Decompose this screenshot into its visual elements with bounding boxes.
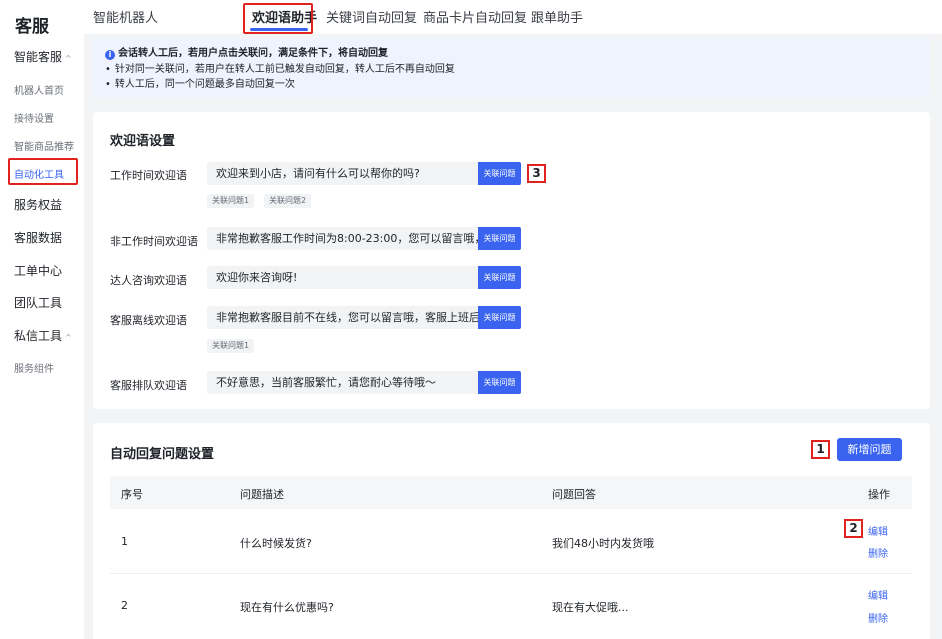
row-divider <box>110 573 912 574</box>
welcome-work-hours-input[interactable]: 欢迎来到小店，请问有什么可以帮你的吗? <box>207 162 479 185</box>
link-question-button[interactable]: 关联问题 <box>478 371 521 394</box>
auto-reply-card: 自动回复问题设置 1 新增问题 序号 问题描述 问题回答 操作 1 什么时候发货… <box>93 423 930 639</box>
sidebar-item-smart-service[interactable]: 智能客服 ^ <box>14 48 72 65</box>
sidebar-item-product-recommend[interactable]: 智能商品推荐 <box>14 138 74 153</box>
notice-text: 转人工后，同一个问题最多自动回复一次 <box>114 79 295 90</box>
tab-keyword-reply[interactable]: 关键词自动回复 <box>326 7 417 26</box>
link-question-button[interactable]: 关联问题 <box>478 227 521 250</box>
highlight-box-welcome-tab <box>243 3 313 34</box>
table-cell-answer: 现在有大促哦... <box>552 601 629 614</box>
welcome-offline-input[interactable]: 非常抱歉客服目前不在线，您可以留言哦，客服上班后立多 <box>207 306 479 329</box>
sidebar: 客服 智能客服 ^ 机器人首页 接待设置 智能商品推荐 自动化工具 服务权益 客服… <box>0 0 84 639</box>
delete-link[interactable]: 删除 <box>868 545 888 560</box>
highlight-box-automation-tools <box>8 158 78 185</box>
column-header-actions: 操作 <box>868 488 890 501</box>
notice-line-3: • 转人工后，同一个问题最多自动回复一次 <box>105 75 295 90</box>
welcome-row-label: 非工作时间欢迎语 <box>110 235 198 248</box>
welcome-queue-input[interactable]: 不好意思，当前客服繁忙，请您耐心等待哦～ <box>207 371 479 394</box>
callout-1: 1 <box>811 440 830 459</box>
notice-line-1: i 会话转人工后，若用户点击关联问，满足条件下，将自动回复 <box>105 44 388 60</box>
linked-question-chip[interactable]: 关联问题1 <box>207 339 255 353</box>
info-icon: i <box>105 50 115 60</box>
table-cell-index: 1 <box>121 535 128 548</box>
chevron-up-icon: ^ <box>65 333 72 342</box>
sidebar-item-service-data[interactable]: 客服数据 <box>14 229 62 246</box>
notice-text: 针对同一关联问，若用户在转人工前已触发自动回复，转人工后不再自动回复 <box>114 64 455 75</box>
brand-title: 客服 <box>15 17 49 37</box>
notice-banner: i 会话转人工后，若用户点击关联问，满足条件下，将自动回复 • 针对同一关联问，若用… <box>93 38 930 97</box>
tab-product-card-reply[interactable]: 商品卡片自动回复 <box>423 7 527 26</box>
callout-3: 3 <box>527 164 546 183</box>
sidebar-item-reception-settings[interactable]: 接待设置 <box>14 110 54 125</box>
sidebar-item-dm-tools[interactable]: 私信工具 ^ <box>14 327 72 344</box>
notice-line-2: • 针对同一关联问，若用户在转人工前已触发自动回复，转人工后不再自动回复 <box>105 60 455 75</box>
linked-question-chip[interactable]: 关联问题1 <box>207 194 255 208</box>
sidebar-item-team-tools[interactable]: 团队工具 <box>14 294 62 311</box>
link-question-button[interactable]: 关联问题 <box>478 306 521 329</box>
bullet-dot: • <box>105 79 111 90</box>
welcome-settings-card: 欢迎语设置 工作时间欢迎语 欢迎来到小店，请问有什么可以帮你的吗? 关联问题 3… <box>93 112 930 409</box>
chevron-up-icon: ^ <box>65 54 72 63</box>
sidebar-item-ticket-center[interactable]: 工单中心 <box>14 262 62 279</box>
auto-reply-title: 自动回复问题设置 <box>110 447 215 462</box>
welcome-off-hours-input[interactable]: 非常抱歉客服工作时间为8:00-23:00，您可以留言哦，客服上班后立多 <box>207 227 479 250</box>
bullet-dot: • <box>105 64 111 75</box>
welcome-row-label: 客服排队欢迎语 <box>110 379 187 392</box>
welcome-row-label: 达人咨询欢迎语 <box>110 274 187 287</box>
sidebar-item-label: 智能客服 <box>14 50 63 64</box>
tab-smart-robot[interactable]: 智能机器人 <box>93 7 158 26</box>
welcome-influencer-input[interactable]: 欢迎你来咨询呀! <box>207 266 479 289</box>
table-cell-question: 现在有什么优惠吗? <box>240 601 334 614</box>
notice-text: 会话转人工后，若用户点击关联问，满足条件下，将自动回复 <box>118 48 388 59</box>
column-header-question: 问题描述 <box>240 488 284 501</box>
linked-question-chip[interactable]: 关联问题2 <box>264 194 312 208</box>
sidebar-item-robot-home[interactable]: 机器人首页 <box>14 82 64 97</box>
table-cell-answer: 我们48小时内发货哦 <box>552 537 654 550</box>
welcome-row-label: 客服离线欢迎语 <box>110 314 187 327</box>
sidebar-item-service-rights[interactable]: 服务权益 <box>14 196 62 213</box>
table-cell-index: 2 <box>121 599 128 612</box>
table-cell-question: 什么时候发货? <box>240 537 312 550</box>
column-header-answer: 问题回答 <box>552 488 596 501</box>
edit-link[interactable]: 编辑 <box>868 587 888 602</box>
welcome-settings-title: 欢迎语设置 <box>110 134 176 149</box>
sidebar-item-label: 私信工具 <box>14 329 63 343</box>
callout-2: 2 <box>844 519 863 538</box>
sidebar-item-service-components[interactable]: 服务组件 <box>14 360 54 375</box>
link-question-button[interactable]: 关联问题 <box>478 266 521 289</box>
tab-follow-assistant[interactable]: 跟单助手 <box>531 7 583 26</box>
link-question-button[interactable]: 关联问题 <box>478 162 521 185</box>
tab-bar: 智能机器人 欢迎语助手 关键词自动回复 商品卡片自动回复 跟单助手 <box>84 0 942 34</box>
column-header-index: 序号 <box>121 488 143 501</box>
table-header: 序号 问题描述 问题回答 操作 <box>110 476 912 509</box>
welcome-row-label: 工作时间欢迎语 <box>110 169 187 182</box>
delete-link[interactable]: 删除 <box>868 610 888 625</box>
edit-link[interactable]: 编辑 <box>868 523 888 538</box>
add-question-button[interactable]: 新增问题 <box>837 438 902 461</box>
